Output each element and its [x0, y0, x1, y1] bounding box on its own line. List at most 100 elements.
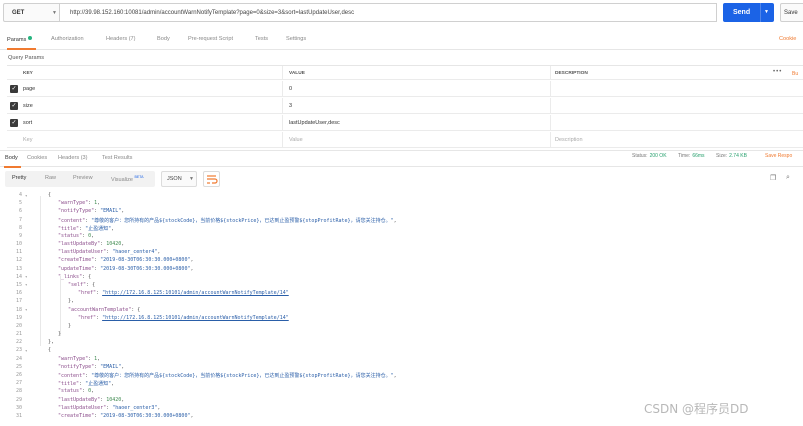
code-link[interactable]: "http://172.16.8.125:10101/admin/account…: [102, 315, 289, 321]
code-token: ,: [190, 265, 194, 272]
code-token: ,: [190, 257, 194, 264]
tab-response-body[interactable]: Body: [5, 155, 18, 161]
table-row: ✓ page 0: [7, 81, 803, 97]
method-value: GET: [12, 10, 25, 16]
search-icon[interactable]: ⌕: [786, 174, 790, 182]
tab-params[interactable]: Params: [7, 36, 33, 43]
code-token: ,: [190, 412, 194, 419]
code-token: "accountWarnTemplate": [68, 306, 132, 313]
code-token: 10420: [106, 396, 122, 403]
code-line: 8 "title": "止盈通知",: [0, 224, 803, 232]
tab-headers[interactable]: Headers (7): [106, 36, 136, 42]
tab-response-headers[interactable]: Headers (3): [58, 155, 88, 161]
fold-toggle-icon[interactable]: ▾: [25, 307, 27, 312]
fold-toggle-icon[interactable]: ▾: [25, 274, 27, 279]
param-description[interactable]: [555, 81, 795, 96]
url-input[interactable]: http://39.98.152.160:10081/admin/account…: [60, 3, 717, 22]
code-line: 10 "lastUpdateBy": 10420,: [0, 240, 803, 248]
code-token: "EMAIL": [100, 208, 122, 215]
code-token: : {: [86, 281, 96, 288]
code-token: ,: [121, 396, 125, 403]
more-options-icon[interactable]: •••: [773, 69, 782, 75]
mode-visualize[interactable]: Visualize BETA: [111, 175, 144, 183]
code-token: "warnType": [58, 200, 89, 207]
code-token: "lastUpdateBy": [58, 241, 101, 248]
param-description[interactable]: [555, 98, 795, 113]
code-text: }: [58, 331, 61, 337]
checkbox-checked-icon[interactable]: ✓: [10, 102, 18, 110]
tab-test-results[interactable]: Test Results: [102, 155, 132, 161]
code-token: ,: [157, 249, 161, 256]
code-token: "2019-08-30T06:30:30.000+0800": [100, 257, 191, 264]
code-text: {: [48, 347, 51, 353]
fold-toggle-icon[interactable]: ▾: [25, 282, 27, 287]
checkbox-checked-icon[interactable]: ✓: [10, 119, 18, 127]
wrap-icon: [207, 175, 218, 184]
tab-response-cookies[interactable]: Cookies: [27, 155, 47, 161]
send-label: Send: [733, 9, 751, 16]
code-text: "content": "尊敬的客户：您所持有的产品${stockCode}，当前…: [58, 372, 397, 379]
new-key-input[interactable]: Key: [23, 132, 273, 147]
mode-pretty[interactable]: Pretty: [12, 175, 26, 181]
line-number: 24: [15, 355, 22, 362]
param-description[interactable]: [555, 115, 795, 130]
checkbox-checked-icon[interactable]: ✓: [10, 85, 18, 93]
tab-authorization[interactable]: Authorization: [51, 36, 84, 42]
code-line: 28 "status": 0,: [0, 387, 803, 395]
request-tabs: Params Authorization Headers (7) Body Pr…: [0, 30, 803, 50]
code-token: "止盈通知": [85, 225, 112, 232]
new-description-input[interactable]: Description: [555, 132, 795, 147]
fold-toggle-icon[interactable]: ▾: [25, 193, 27, 198]
code-token: "content": [58, 217, 86, 224]
code-token: "notifyType": [58, 208, 95, 215]
chevron-down-icon[interactable]: ▼: [764, 9, 769, 15]
code-token: "EMAIL": [100, 363, 122, 370]
mode-raw[interactable]: Raw: [45, 175, 56, 181]
code-text: "href": "http://172.16.8.125:10101/admin…: [78, 315, 289, 321]
code-link[interactable]: "http://172.16.8.125:10101/admin/account…: [102, 290, 289, 296]
response-body-code[interactable]: 4 ▾{5 "warnType": 1, 6 "notifyType": "EMAIL"…: [0, 190, 803, 426]
code-text: "content": "尊敬的客户：您所持有的产品${stockCode}，当前…: [58, 217, 397, 224]
line-number: 31: [15, 412, 22, 419]
mode-preview[interactable]: Preview: [73, 175, 93, 181]
query-params-title: Query Params: [8, 55, 45, 61]
tab-body[interactable]: Body: [157, 36, 170, 42]
copy-icon[interactable]: ❐: [770, 174, 776, 182]
tab-pre-request-script[interactable]: Pre-request Script: [188, 36, 233, 42]
code-line: 6 "notifyType": "EMAIL",: [0, 207, 803, 215]
tab-params-label: Params: [7, 37, 27, 43]
code-text: "notifyType": "EMAIL",: [58, 208, 124, 214]
tab-settings[interactable]: Settings: [286, 36, 306, 42]
line-number: 29: [15, 396, 22, 403]
fold-toggle-icon[interactable]: ▾: [25, 348, 27, 353]
code-text: "href": "http://172.16.8.125:10101/admin…: [78, 290, 289, 296]
time-readout: Time: 66ms: [678, 153, 705, 159]
code-token: ,: [121, 208, 125, 215]
line-number: 6: [18, 208, 22, 215]
line-number: 9: [18, 232, 22, 239]
format-select[interactable]: JSON ▼: [161, 171, 197, 187]
code-token: "href": [78, 290, 97, 297]
new-value-input[interactable]: Value: [289, 132, 539, 147]
bulk-edit-link[interactable]: Bu: [792, 71, 798, 77]
active-tab-indicator: [7, 48, 36, 50]
save-button[interactable]: Save: [780, 3, 803, 22]
code-token: }: [68, 322, 72, 329]
code-line: 5 "warnType": 1,: [0, 199, 803, 207]
save-response-button[interactable]: Save Respo: [765, 153, 792, 159]
tab-tests[interactable]: Tests: [255, 36, 268, 42]
line-number: 14: [15, 273, 22, 280]
code-token: : {: [82, 273, 92, 280]
line-number: 15: [15, 281, 22, 288]
line-number: 5: [18, 200, 22, 207]
code-text: "accountWarnTemplate": {: [68, 307, 140, 313]
cookies-link[interactable]: Cookie: [779, 36, 796, 42]
send-button[interactable]: Send ▼: [723, 3, 774, 22]
wrap-lines-button[interactable]: [203, 171, 220, 187]
chevron-down-icon: ▼: [189, 176, 194, 182]
code-line: 4 ▾ {: [0, 191, 803, 199]
method-select[interactable]: GET ▼: [3, 3, 60, 22]
code-line: 17},: [0, 297, 803, 305]
code-text: "status": 0,: [58, 233, 94, 239]
line-number: 11: [15, 249, 22, 256]
